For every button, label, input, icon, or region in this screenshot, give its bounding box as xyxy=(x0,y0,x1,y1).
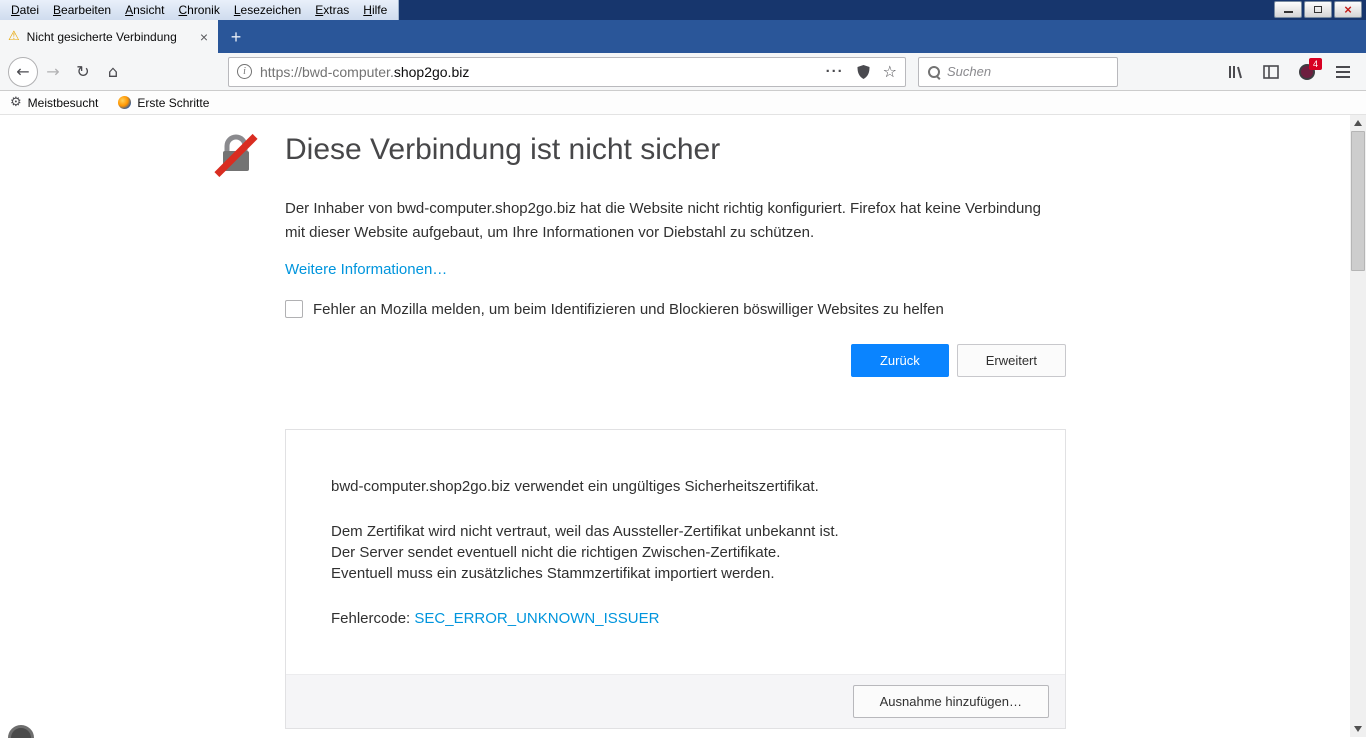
error-code-link[interactable]: SEC_ERROR_UNKNOWN_ISSUER xyxy=(414,610,659,627)
error-code-line: Fehlercode: SEC_ERROR_UNKNOWN_ISSUER xyxy=(331,608,1020,629)
tab-label: Nicht gesicherte Verbindung xyxy=(27,30,191,44)
url-prefix: https://bwd-computer. xyxy=(260,64,394,80)
vertical-scrollbar[interactable] xyxy=(1350,115,1366,737)
sidebar-toggle-icon[interactable] xyxy=(1256,57,1286,87)
report-checkbox-label: Fehler an Mozilla melden, um beim Identi… xyxy=(313,301,944,318)
report-error-row: Fehler an Mozilla melden, um beim Identi… xyxy=(285,300,1066,318)
add-exception-button[interactable]: Ausnahme hinzufügen… xyxy=(853,685,1049,718)
tab-insecure-connection[interactable]: ⚠ Nicht gesicherte Verbindung × xyxy=(0,20,218,53)
cert-detail-line: Dem Zertifikat wird nicht vertraut, weil… xyxy=(331,521,1020,542)
menu-ansicht[interactable]: Ansicht xyxy=(118,1,171,19)
search-input[interactable] xyxy=(947,64,1123,79)
firefox-icon xyxy=(118,96,131,109)
warning-icon: ⚠ xyxy=(8,30,20,43)
bookmark-erste-schritte[interactable]: Erste Schritte xyxy=(118,96,209,110)
home-button[interactable]: ⌂ xyxy=(98,57,128,87)
go-back-button[interactable]: Zurück xyxy=(851,344,949,377)
bookmark-meistbesucht[interactable]: ⚙ Meistbesucht xyxy=(10,96,98,110)
url-actions: ··· ☆ xyxy=(826,62,897,81)
menu-datei[interactable]: Datei xyxy=(4,1,46,19)
url-domain: shop2go.biz xyxy=(394,64,470,80)
url-text[interactable]: https://bwd-computer.shop2go.biz xyxy=(260,64,818,80)
advanced-button[interactable]: Erweitert xyxy=(957,344,1066,377)
maximize-icon xyxy=(1314,6,1322,13)
screen-overlay-indicator xyxy=(8,725,34,738)
titlebar-drag-area xyxy=(399,0,1274,20)
minimize-button[interactable] xyxy=(1274,1,1302,18)
scroll-down-arrow[interactable] xyxy=(1354,726,1362,732)
report-checkbox[interactable] xyxy=(285,300,303,318)
extension-icon[interactable]: 4 xyxy=(1292,57,1322,87)
page-actions-icon[interactable]: ··· xyxy=(826,63,844,80)
menu-chronik[interactable]: Chronik xyxy=(171,1,226,19)
forward-button[interactable]: → xyxy=(38,57,68,87)
scroll-thumb[interactable] xyxy=(1351,131,1365,271)
gear-icon: ⚙ xyxy=(10,96,22,109)
navigation-toolbar: ← → ↻ ⌂ i https://bwd-computer.shop2go.b… xyxy=(0,53,1366,91)
error-description: Der Inhaber von bwd-computer.shop2go.biz… xyxy=(285,197,1060,245)
shield-icon[interactable] xyxy=(856,64,871,80)
page-title: Diese Verbindung ist nicht sicher xyxy=(285,133,1066,167)
page-content: Diese Verbindung ist nicht sicher Der In… xyxy=(0,115,1366,737)
toolbar-right-cluster: 4 xyxy=(1220,57,1358,87)
site-info-icon[interactable]: i xyxy=(237,64,252,79)
advanced-panel-footer: Ausnahme hinzufügen… xyxy=(286,674,1065,728)
extension-badge: 4 xyxy=(1309,58,1322,70)
cert-invalid-line: bwd-computer.shop2go.biz verwendet ein u… xyxy=(331,476,1020,497)
close-window-button[interactable]: × xyxy=(1334,1,1362,18)
bookmark-label: Meistbesucht xyxy=(28,96,99,110)
learn-more-link[interactable]: Weitere Informationen… xyxy=(285,261,447,278)
menu-extras[interactable]: Extras xyxy=(308,1,356,19)
action-buttons: Zurück Erweitert xyxy=(285,344,1066,377)
advanced-panel-body: bwd-computer.shop2go.biz verwendet ein u… xyxy=(286,430,1065,674)
menu-bearbeiten[interactable]: Bearbeiten xyxy=(46,1,118,19)
browser-window: Datei Bearbeiten Ansicht Chronik Lesezei… xyxy=(0,0,1366,738)
tab-close-icon[interactable]: × xyxy=(198,30,210,44)
broken-lock-icon xyxy=(213,131,259,177)
menu-bar: Datei Bearbeiten Ansicht Chronik Lesezei… xyxy=(0,0,399,20)
cert-detail-lines: Dem Zertifikat wird nicht vertraut, weil… xyxy=(331,521,1020,584)
error-code-label: Fehlercode: xyxy=(331,610,414,627)
new-tab-button[interactable]: + xyxy=(220,24,252,50)
back-button[interactable]: ← xyxy=(8,57,38,87)
window-controls: × xyxy=(1274,0,1366,20)
library-icon[interactable] xyxy=(1220,57,1250,87)
advanced-panel: bwd-computer.shop2go.biz verwendet ein u… xyxy=(285,429,1066,729)
scroll-up-arrow[interactable] xyxy=(1354,120,1362,126)
cert-detail-line: Der Server sendet eventuell nicht die ri… xyxy=(331,542,1020,563)
minimize-icon xyxy=(1284,11,1293,13)
bookmark-label: Erste Schritte xyxy=(137,96,209,110)
reload-button[interactable]: ↻ xyxy=(68,57,98,87)
menu-hilfe[interactable]: Hilfe xyxy=(356,1,394,19)
url-bar[interactable]: i https://bwd-computer.shop2go.biz ··· ☆ xyxy=(228,57,906,87)
menu-lesezeichen[interactable]: Lesezeichen xyxy=(227,1,308,19)
bookmarks-toolbar: ⚙ Meistbesucht Erste Schritte xyxy=(0,91,1366,115)
search-icon xyxy=(927,65,941,79)
search-bar[interactable] xyxy=(918,57,1118,87)
titlebar: Datei Bearbeiten Ansicht Chronik Lesezei… xyxy=(0,0,1366,20)
maximize-button[interactable] xyxy=(1304,1,1332,18)
tab-bar: ⚠ Nicht gesicherte Verbindung × + xyxy=(0,20,1366,53)
menu-hamburger-icon[interactable] xyxy=(1328,57,1358,87)
cert-error-page: Diese Verbindung ist nicht sicher Der In… xyxy=(285,115,1066,729)
bookmark-star-icon[interactable]: ☆ xyxy=(883,62,897,81)
cert-detail-line: Eventuell muss ein zusätzliches Stammzer… xyxy=(331,563,1020,584)
